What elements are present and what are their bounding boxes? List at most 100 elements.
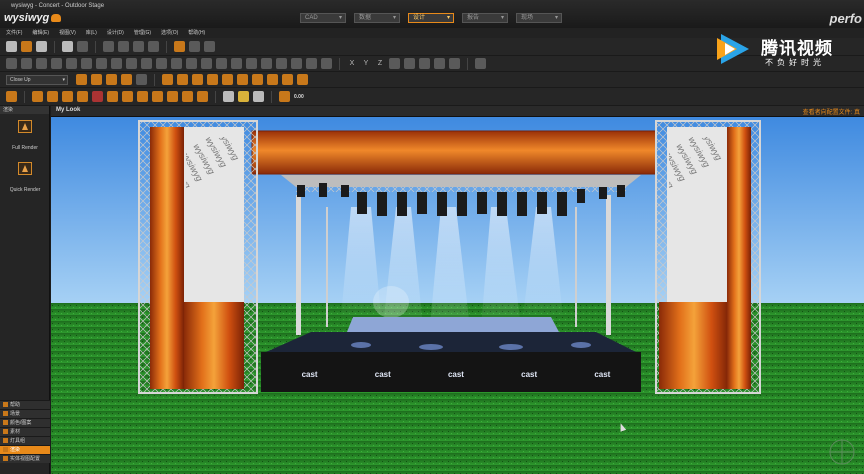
delete-icon[interactable] [148,41,159,52]
fixture-icon[interactable] [291,58,302,69]
fixture-focus-icon[interactable] [222,74,233,85]
menu-options[interactable]: 选项(O) [161,28,178,38]
sidebar-tab-view-config[interactable]: 实体视图配置 [0,454,50,463]
align-icon[interactable] [434,58,445,69]
sidebar-tab-render[interactable]: 渲染 [0,445,50,454]
menu-view[interactable]: 视图(V) [59,28,76,38]
mode-data[interactable]: 数据 [354,13,400,23]
fixture-icon[interactable] [66,58,77,69]
fixture-icon[interactable] [36,58,47,69]
picture-icon[interactable] [253,91,264,102]
intensity-icon[interactable] [152,91,163,102]
z-axis-icon[interactable]: Z [375,60,385,67]
refresh-icon[interactable] [204,41,215,52]
gobo-icon[interactable] [47,91,58,102]
render-icon[interactable] [6,91,17,102]
fixture-icon[interactable] [111,58,122,69]
fixture-icon[interactable] [141,58,152,69]
fixture-icon[interactable] [126,58,137,69]
fixture-focus-icon[interactable] [237,74,248,85]
tag-icon[interactable] [449,58,460,69]
menu-design[interactable]: 设计(D) [107,28,124,38]
camera-icon[interactable] [76,74,87,85]
pan-tilt-icon[interactable] [122,91,133,102]
fixture-focus-icon[interactable] [162,74,173,85]
new-file-icon[interactable] [6,41,17,52]
menu-library[interactable]: 库(L) [86,28,97,38]
fixture-focus-icon[interactable] [267,74,278,85]
fixture-icon[interactable] [246,58,257,69]
print-icon[interactable] [62,41,73,52]
color-icon[interactable] [92,91,103,102]
fixture-icon[interactable] [81,58,92,69]
focus-icon[interactable] [77,91,88,102]
x-axis-icon[interactable]: X [347,60,357,67]
fixture-icon[interactable] [261,58,272,69]
undo-icon[interactable] [174,41,185,52]
frost-icon[interactable] [182,91,193,102]
menu-help[interactable]: 帮助(H) [188,28,205,38]
full-render-button[interactable]: Full Render [0,120,50,156]
paste-icon[interactable] [133,41,144,52]
camera-icon[interactable] [106,74,117,85]
fixture-icon[interactable] [156,58,167,69]
quick-render-button[interactable]: Quick Render [0,162,50,198]
sun-icon[interactable] [238,91,249,102]
sidebar-tab-fixture-groups[interactable]: 灯具组 [0,436,50,445]
menu-edit[interactable]: 编辑(E) [32,28,49,38]
print-preview-icon[interactable] [77,41,88,52]
camera-icon[interactable] [91,74,102,85]
sidebar-tab-color[interactable]: 颜色/图案 [0,418,50,427]
snap-icon[interactable] [404,58,415,69]
fixture-icon[interactable] [6,58,17,69]
sidebar-tab-help[interactable]: 帮助 [0,400,50,409]
fixture-icon[interactable] [96,58,107,69]
mode-report[interactable]: 报告 [462,13,508,23]
fixture-focus-icon[interactable] [207,74,218,85]
fixture-icon[interactable] [321,58,332,69]
fixture-focus-icon[interactable] [252,74,263,85]
mode-design[interactable]: 设计 [408,13,454,23]
sidebar-tab-material[interactable]: 素材 [0,427,50,436]
shutter-icon[interactable] [62,91,73,102]
fixture-focus-icon[interactable] [297,74,308,85]
open-folder-icon[interactable] [21,41,32,52]
fixture-focus-icon[interactable] [192,74,203,85]
fixture-icon[interactable] [231,58,242,69]
prism-icon[interactable] [137,91,148,102]
beam-icon[interactable] [32,91,43,102]
fixture-icon[interactable] [306,58,317,69]
mode-cad[interactable]: CAD [300,13,346,23]
render-viewport[interactable]: wysiwyg wysiwyg wysiwyg wysiwyg wysiwyg … [51,117,864,474]
fixture-icon[interactable] [201,58,212,69]
menu-file[interactable]: 文件(F) [6,28,22,38]
layers-icon[interactable] [475,58,486,69]
fixture-icon[interactable] [171,58,182,69]
camera-view-select[interactable]: Close Up [6,74,68,85]
fixture-focus-icon[interactable] [177,74,188,85]
save-icon[interactable] [36,41,47,52]
grid-icon[interactable] [419,58,430,69]
y-axis-icon[interactable]: Y [361,60,371,67]
fixture-icon[interactable] [216,58,227,69]
zoom-icon[interactable] [167,91,178,102]
fixture-icon[interactable] [21,58,32,69]
camera-icon[interactable] [121,74,132,85]
fixture-icon[interactable] [186,58,197,69]
fixture-icon[interactable] [276,58,287,69]
copy-icon[interactable] [118,41,129,52]
sidebar-tab-scene[interactable]: 场景 [0,409,50,418]
cut-icon[interactable] [103,41,114,52]
mode-live[interactable]: 现场 [516,13,562,23]
compass-gizmo[interactable] [829,439,855,465]
camera-icon[interactable] [136,74,147,85]
fixture-icon[interactable] [51,58,62,69]
menu-manage[interactable]: 管理(G) [134,28,151,38]
fog-icon[interactable] [279,91,290,102]
picture-icon[interactable] [223,91,234,102]
lock-icon[interactable] [389,58,400,69]
fixture-focus-icon[interactable] [282,74,293,85]
iris-icon[interactable] [107,91,118,102]
redo-icon[interactable] [189,41,200,52]
effect-icon[interactable] [197,91,208,102]
